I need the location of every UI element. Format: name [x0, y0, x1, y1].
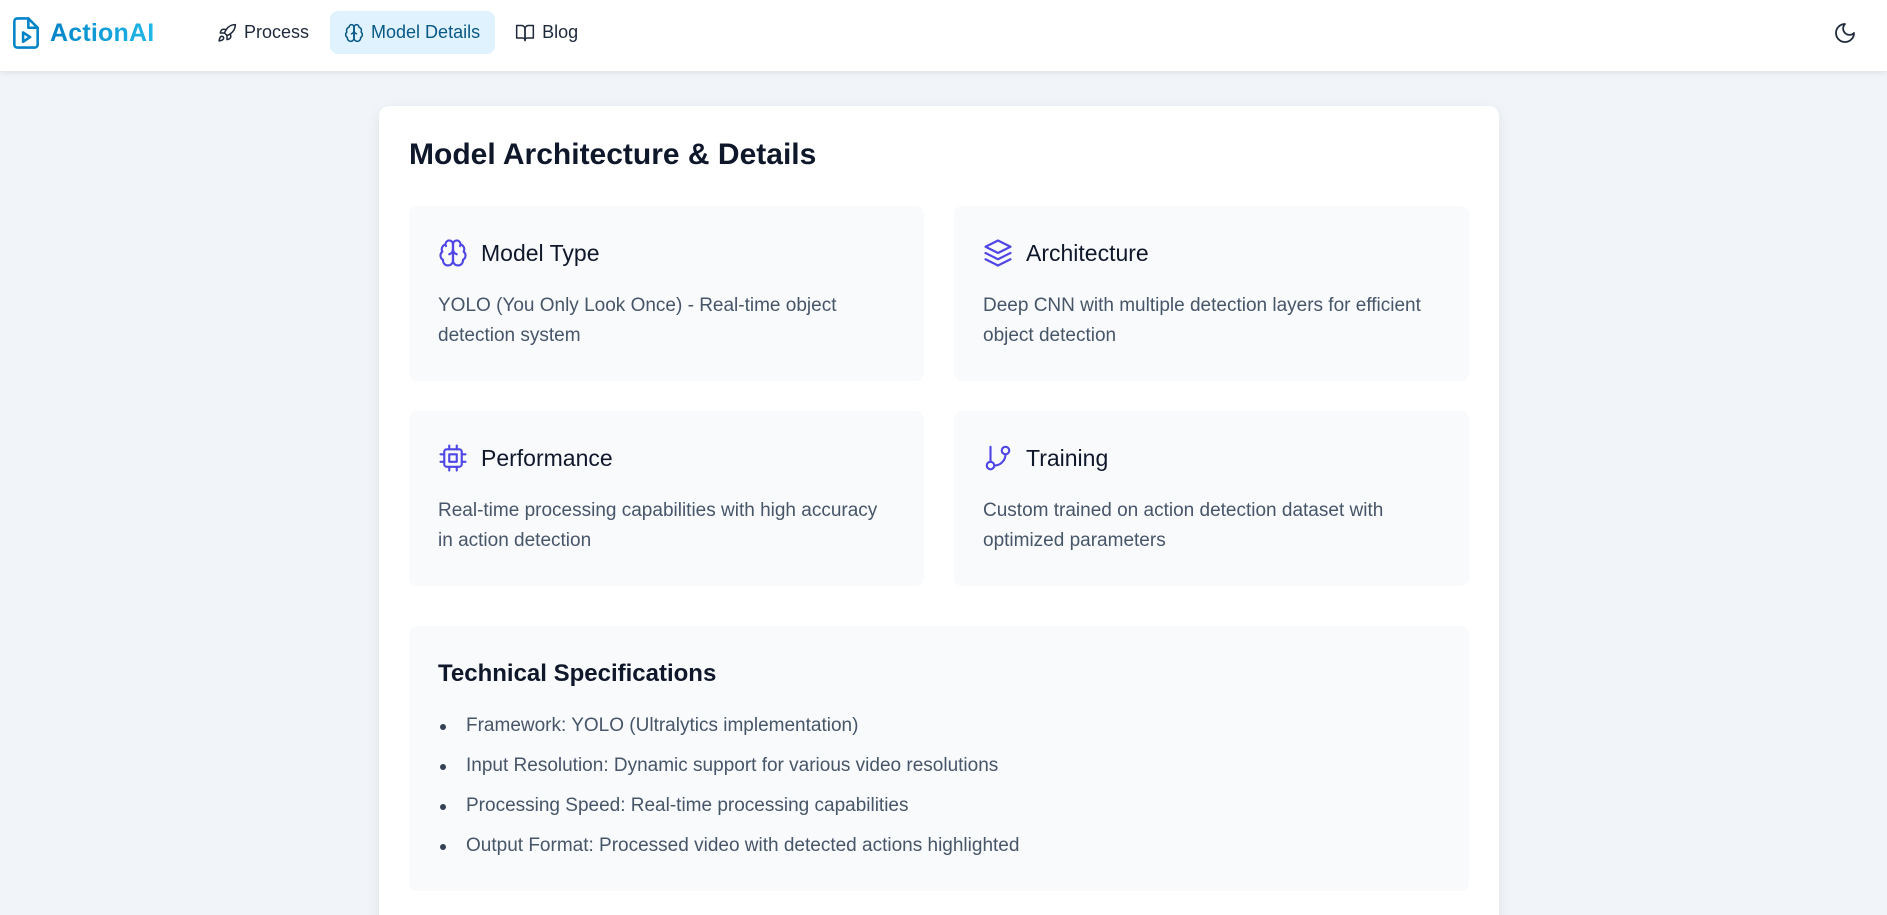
list-item: Input Resolution: Dynamic support for va… [438, 754, 1019, 778]
info-card-training: Training Custom trained on action detect… [954, 411, 1469, 586]
info-card-text: YOLO (You Only Look Once) - Real-time ob… [438, 295, 837, 346]
theme-toggle-button[interactable] [1830, 20, 1860, 50]
info-card-model-type: Model Type YOLO (You Only Look Once) - R… [409, 206, 924, 381]
info-card-text: Real-time processing capabilities with h… [438, 500, 878, 551]
list-item: Output Format: Processed video with dete… [438, 834, 1019, 858]
nav-item-model-details[interactable]: Model Details [330, 11, 496, 54]
rocket-icon [217, 23, 237, 43]
nav-item-label: Process [244, 22, 310, 42]
brand-name: ActionAI [50, 18, 155, 47]
info-card-title: Architecture [1026, 239, 1149, 266]
info-card-header: Architecture [983, 238, 1149, 268]
specs-title: Technical Specifications [438, 660, 717, 687]
model-details-card: Model Architecture & Details Model Type … [379, 106, 1499, 915]
brain-icon [438, 238, 468, 268]
cpu-icon [438, 443, 468, 473]
info-card-header: Training [983, 443, 1108, 473]
info-card-header: Model Type [438, 238, 599, 268]
brand-link[interactable]: ActionAI [12, 14, 154, 52]
git-branch-icon [983, 443, 1013, 473]
nav-item-label: Model Details [371, 22, 481, 42]
book-open-icon [515, 23, 535, 43]
nav-item-label: Blog [542, 22, 579, 42]
list-item: Processing Speed: Real-time processing c… [438, 794, 1019, 818]
nav-item-process[interactable]: Process [203, 11, 324, 54]
list-item: Framework: YOLO (Ultralytics implementat… [438, 714, 1019, 738]
nav-item-blog[interactable]: Blog [501, 11, 593, 54]
top-navbar: ActionAI Process Model Details Blog [0, 0, 1887, 71]
layers-icon [983, 238, 1013, 268]
page-title: Model Architecture & Details [409, 138, 817, 171]
info-card-title: Performance [481, 444, 613, 471]
info-card-performance: Performance Real-time processing capabil… [409, 411, 924, 586]
info-card-header: Performance [438, 443, 613, 473]
brain-icon [344, 23, 364, 43]
moon-icon [1833, 21, 1857, 50]
info-card-text: Deep CNN with multiple detection layers … [983, 295, 1421, 346]
info-card-architecture: Architecture Deep CNN with multiple dete… [954, 206, 1469, 381]
info-card-title: Model Type [481, 239, 600, 266]
info-card-title: Training [1026, 444, 1109, 471]
info-card-text: Custom trained on action detection datas… [983, 500, 1384, 551]
main-nav: Process Model Details Blog [203, 11, 593, 54]
file-video-icon [12, 16, 40, 50]
technical-specifications: Technical Specifications Framework: YOLO… [409, 626, 1469, 891]
specs-list: Framework: YOLO (Ultralytics implementat… [438, 714, 1019, 874]
